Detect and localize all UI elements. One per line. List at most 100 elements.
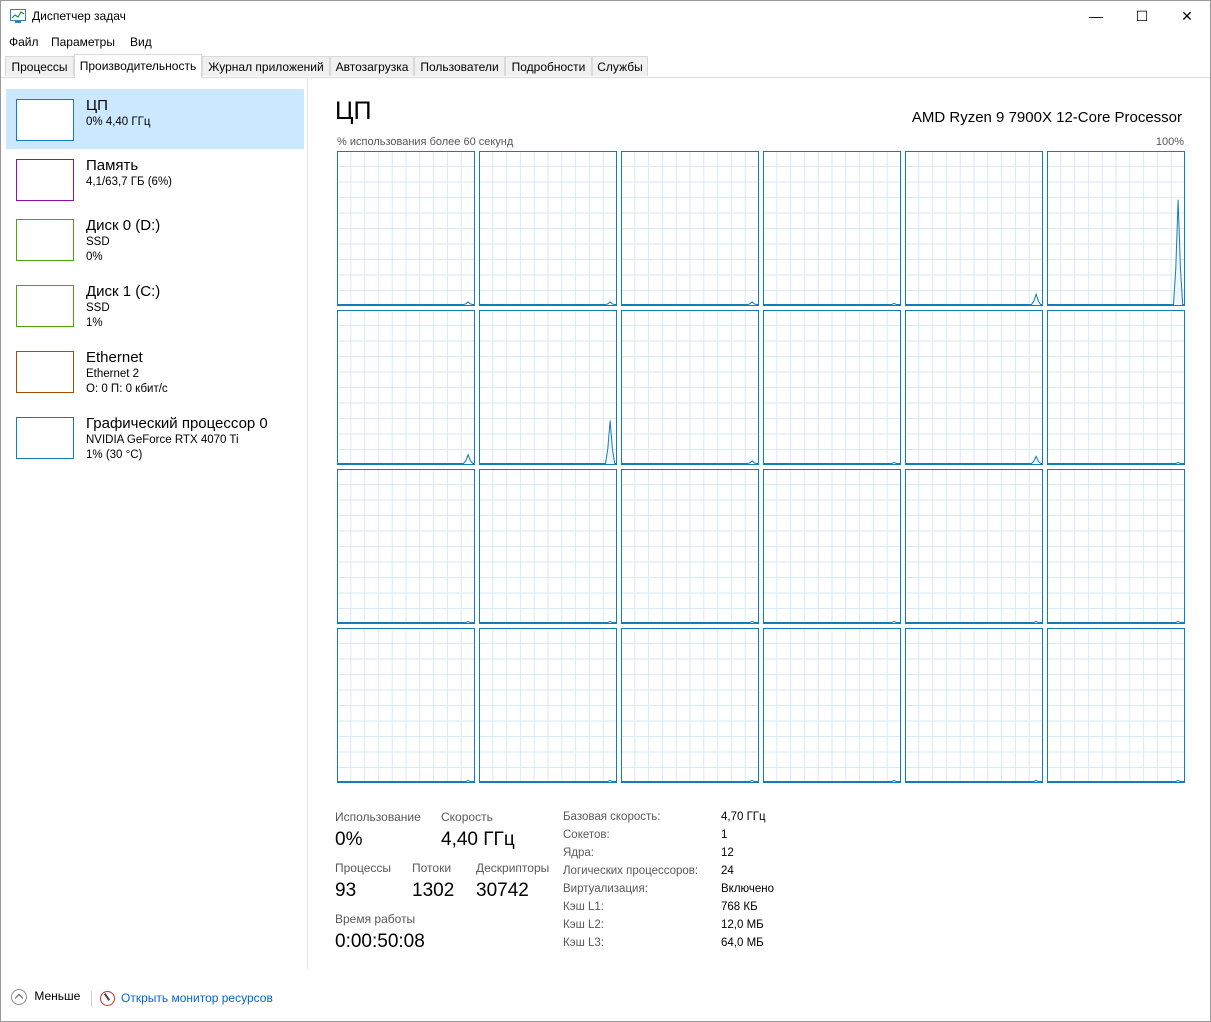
cpu-core-svg-3 — [763, 151, 901, 306]
memory-thumbnail-graph — [16, 159, 74, 201]
disk1-thumbnail-graph — [16, 285, 74, 327]
maximize-button[interactable]: ☐ — [1119, 1, 1165, 32]
cpu-core-graph-16 — [905, 469, 1043, 624]
menu-file[interactable]: Файл — [9, 35, 39, 49]
cpu-core-graph-5 — [1047, 151, 1185, 306]
cpu-core-svg-1 — [479, 151, 617, 306]
cpu-core-graph-13 — [479, 469, 617, 624]
info-logical-label: Логических процессоров: — [563, 865, 699, 877]
uptime-label: Время работы — [335, 912, 416, 926]
resource-disk1-type: SSD — [86, 302, 110, 314]
cpu-core-graph-0 — [337, 151, 475, 306]
processor-name: AMD Ryzen 9 7900X 12-Core Processor — [911, 109, 1182, 126]
speed-value: 4,40 ГГц — [441, 829, 515, 850]
tab-users[interactable]: Пользователи — [414, 56, 505, 76]
footer-bar: Меньше Открыть монитор ресурсов — [1, 985, 1210, 1011]
info-virtualization-label: Виртуализация: — [563, 883, 648, 895]
cpu-core-graph-6 — [337, 310, 475, 465]
resource-disk1-value: 1% — [86, 317, 103, 329]
tab-startup[interactable]: Автозагрузка — [330, 56, 414, 76]
tab-performance[interactable]: Производительность — [74, 54, 202, 78]
resource-memory-name: Память — [86, 157, 139, 174]
cpu-core-svg-21 — [763, 628, 901, 783]
tab-services[interactable]: Службы — [592, 56, 648, 76]
minimize-button[interactable]: — — [1073, 1, 1119, 32]
info-base-speed-value: 4,70 ГГц — [721, 811, 766, 823]
resource-list: ЦП 0% 4,40 ГГц Память 4,1/63,7 ГБ (6%) Д… — [1, 77, 308, 969]
speed-label: Скорость — [441, 810, 493, 824]
cpu-core-svg-5 — [1047, 151, 1185, 306]
cpu-core-graph-10 — [905, 310, 1043, 465]
info-sockets-value: 1 — [721, 829, 728, 841]
cpu-core-svg-20 — [621, 628, 759, 783]
cpu-core-svg-12 — [337, 469, 475, 624]
cpu-core-svg-10 — [905, 310, 1043, 465]
info-virtualization-value: Включено — [721, 883, 775, 895]
cpu-core-svg-6 — [337, 310, 475, 465]
resource-ethernet-name: Ethernet — [86, 349, 143, 366]
info-l3-label: Кэш L3: — [563, 937, 604, 949]
cpu-core-svg-7 — [479, 310, 617, 465]
tab-strip: Процессы Производительность Журнал прило… — [1, 54, 1210, 78]
info-l2-value: 12,0 МБ — [721, 919, 764, 931]
cpu-core-graph-22 — [905, 628, 1043, 783]
resource-memory[interactable]: Память 4,1/63,7 ГБ (6%) — [6, 149, 304, 209]
page-title: ЦП — [335, 97, 372, 125]
ethernet-thumbnail-graph — [16, 351, 74, 393]
resource-disk-1[interactable]: Диск 1 (C:) SSD 1% — [6, 275, 304, 335]
task-manager-window: Диспетчер задач — ☐ ✕ Файл Параметры Вид… — [0, 0, 1211, 1022]
cpu-core-svg-22 — [905, 628, 1043, 783]
cpu-core-svg-16 — [905, 469, 1043, 624]
open-resource-monitor-link[interactable]: Открыть монитор ресурсов — [121, 991, 273, 1005]
fewer-details-label: Меньше — [34, 989, 81, 1004]
cpu-core-graph-12 — [337, 469, 475, 624]
cpu-core-svg-18 — [337, 628, 475, 783]
processes-value: 93 — [335, 880, 357, 901]
resource-gpu[interactable]: Графический процессор 0 NVIDIA GeForce R… — [6, 407, 304, 467]
menu-view[interactable]: Вид — [130, 35, 152, 49]
tab-details[interactable]: Подробности — [505, 56, 592, 76]
resource-ethernet[interactable]: Ethernet Ethernet 2 О: 0 П: 0 кбит/с — [6, 341, 304, 401]
info-l1-label: Кэш L1: — [563, 901, 604, 913]
task-manager-app-icon — [10, 9, 26, 23]
tab-app-history[interactable]: Журнал приложений — [202, 56, 330, 76]
cpu-core-svg-0 — [337, 151, 475, 306]
handles-value: 30742 — [476, 880, 529, 901]
resource-cpu-name: ЦП — [86, 97, 108, 114]
close-button[interactable]: ✕ — [1164, 1, 1210, 32]
cpu-core-graph-11 — [1047, 310, 1185, 465]
resource-disk-0[interactable]: Диск 0 (D:) SSD 0% — [6, 209, 304, 269]
cpu-core-svg-17 — [1047, 469, 1185, 624]
resource-cpu-value: 0% 4,40 ГГц — [86, 116, 151, 128]
cpu-core-svg-4 — [905, 151, 1043, 306]
tab-processes[interactable]: Процессы — [5, 56, 74, 76]
resource-disk0-name: Диск 0 (D:) — [86, 217, 161, 234]
cpu-core-svg-19 — [479, 628, 617, 783]
cpu-core-graph-8 — [621, 310, 759, 465]
cpu-core-svg-23 — [1047, 628, 1185, 783]
resource-cpu[interactable]: ЦП 0% 4,40 ГГц — [6, 89, 304, 149]
uptime-value: 0:00:50:08 — [335, 931, 425, 952]
cpu-core-svg-2 — [621, 151, 759, 306]
title-bar[interactable]: Диспетчер задач — ☐ ✕ — [1, 1, 1210, 32]
usage-value: 0% — [335, 829, 363, 850]
cpu-core-graph-19 — [479, 628, 617, 783]
resource-gpu-value: 1% (30 °C) — [86, 449, 143, 461]
resource-ethernet-value: О: 0 П: 0 кбит/с — [86, 383, 168, 395]
resource-disk1-name: Диск 1 (C:) — [86, 283, 161, 300]
cpu-core-graph-15 — [763, 469, 901, 624]
info-l3-value: 64,0 МБ — [721, 937, 764, 949]
menu-bar: Файл Параметры Вид — [1, 32, 1210, 52]
cpu-core-graphs[interactable] — [337, 151, 1185, 785]
chevron-up-icon — [11, 989, 27, 1005]
fewer-details-button[interactable]: Меньше — [11, 989, 80, 1005]
menu-options[interactable]: Параметры — [51, 35, 115, 49]
cpu-core-svg-9 — [763, 310, 901, 465]
cpu-thumbnail-graph — [16, 99, 74, 141]
resource-gpu-name: Графический процессор 0 — [86, 415, 268, 432]
graph-axis-label: % использования более 60 секунд — [337, 136, 514, 148]
cpu-core-svg-8 — [621, 310, 759, 465]
info-sockets-label: Сокетов: — [563, 829, 610, 841]
resource-ethernet-adapter: Ethernet 2 — [86, 368, 140, 380]
info-cores-label: Ядра: — [563, 847, 595, 859]
